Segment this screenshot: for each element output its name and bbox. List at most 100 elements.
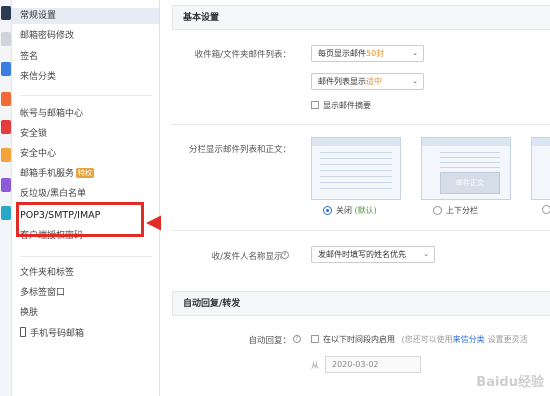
sidebar-item-label: 来信分类 — [20, 72, 57, 82]
auto-reply-note-suffix: 设置更灵活 — [487, 335, 528, 344]
from-label: 从 — [311, 361, 319, 370]
sidebar-divider — [20, 256, 152, 257]
default-note: (默认) — [354, 206, 377, 215]
settings-main: 基本设置 收件箱/文件夹邮件列表： 每页显示邮件50封 ⌄ 邮件列表显示适中 ⌄ 显… — [161, 0, 550, 396]
sidebar-item-security-lock[interactable]: 安全锁 — [20, 126, 47, 142]
preview-line — [320, 182, 392, 183]
privilege-badge: 特权 — [76, 168, 95, 178]
auto-reply-enable-label: 在以下时间段内启用 — [323, 335, 395, 344]
radio-button-checked[interactable] — [323, 206, 332, 215]
split-preview-top-bottom[interactable]: 邮件正文 — [421, 137, 511, 200]
preview-header — [312, 138, 400, 146]
chevron-down-icon: ⌄ — [412, 77, 418, 85]
preview-line — [320, 176, 392, 177]
sidebar-divider — [20, 95, 152, 96]
sender-name-label-text: 收/发件人名称显示： — [211, 252, 291, 262]
app-icon-mail[interactable] — [1, 6, 11, 20]
app-icon-strip — [0, 0, 12, 396]
sidebar-item-label: 邮箱密码修改 — [20, 31, 75, 41]
auto-reply-enable-option[interactable]: 在以下时间段内启用 (您还可以使用来信分类 设置更灵活 — [311, 334, 528, 345]
mail-list-label: 收件箱/文件夹邮件列表： — [194, 50, 291, 60]
sidebar-item-label: 邮箱手机服务 — [20, 169, 75, 179]
split-option-off-label: 关闭 — [336, 206, 352, 215]
sidebar-item-multi-tab[interactable]: 多标签窗口 — [20, 285, 65, 301]
start-date-value: 2020-03-02 — [332, 360, 379, 369]
preview-line — [440, 162, 500, 163]
sidebar-item-mail-filter[interactable]: 来信分类 — [20, 69, 56, 85]
density-value: 适中 — [366, 77, 382, 86]
preview-header — [422, 138, 510, 146]
sidebar-item-label: 安全中心 — [20, 149, 57, 159]
radio-button[interactable] — [433, 206, 442, 215]
auto-reply-checkbox[interactable] — [311, 335, 319, 343]
split-preview-off[interactable] — [311, 137, 401, 200]
density-prefix: 邮件列表显示 — [318, 77, 366, 86]
preview-line — [440, 167, 500, 168]
sender-name-select[interactable]: 发邮件时填写的姓名优先 ⌄ — [311, 246, 435, 263]
sidebar-item-signature[interactable]: 签名 — [20, 49, 38, 65]
app-icon-blue[interactable] — [1, 62, 11, 76]
preview-header — [532, 138, 550, 146]
app-icon-teal[interactable] — [1, 206, 11, 220]
sidebar-item-label: 帐号与邮箱中心 — [20, 109, 84, 119]
help-icon[interactable]: ? — [293, 335, 301, 343]
app-icon-doc[interactable] — [1, 32, 11, 46]
mail-filter-link[interactable]: 来信分类 — [453, 335, 485, 344]
sidebar-item-label: 多标签窗口 — [20, 288, 66, 298]
split-option-top-bottom[interactable]: 上下分栏 — [433, 205, 478, 216]
app-icon-game[interactable] — [1, 92, 11, 106]
watermark: Baidu经验 — [476, 375, 544, 390]
help-icon[interactable]: ? — [281, 251, 289, 259]
sidebar-item-general[interactable]: 常规设置 — [12, 8, 159, 24]
sidebar-item-antispam[interactable]: 反垃圾/黑白名单 — [20, 186, 86, 202]
sidebar-item-label: 签名 — [20, 52, 39, 62]
preview-line — [320, 164, 392, 165]
split-view-label: 分栏显示邮件列表和正文： — [188, 145, 291, 155]
sidebar-item-folders-tags[interactable]: 文件夹和标签 — [20, 265, 74, 281]
sidebar-item-account-center[interactable]: 帐号与邮箱中心 — [20, 106, 83, 122]
split-preview-left-right[interactable] — [531, 137, 550, 200]
settings-sidebar: 常规设置 邮箱密码修改 签名 来信分类 帐号与邮箱中心 安全锁 安全中心 邮箱手… — [12, 0, 160, 396]
split-option-top-bottom-label: 上下分栏 — [446, 206, 478, 215]
sidebar-item-label: 安全锁 — [20, 129, 48, 139]
show-summary-option[interactable]: 显示邮件摘要 — [311, 100, 371, 111]
row-divider — [172, 124, 550, 125]
show-summary-label: 显示邮件摘要 — [323, 101, 371, 110]
sidebar-item-label: 常规设置 — [20, 11, 57, 21]
sidebar-item-label: 文件夹和标签 — [20, 268, 75, 278]
section-auto-reply-title: 自动回复/转发 — [172, 291, 550, 316]
preview-line — [320, 188, 392, 189]
app-icon-orange[interactable] — [1, 148, 11, 162]
split-option-off[interactable]: 关闭 (默认) — [323, 205, 377, 216]
preview-line — [320, 170, 392, 171]
app-icon-red[interactable] — [1, 120, 11, 134]
auto-reply-label: 自动回复： — [248, 336, 291, 346]
preview-line — [440, 157, 500, 158]
sidebar-item-skin[interactable]: 换肤 — [20, 305, 38, 321]
list-density-select[interactable]: 邮件列表显示适中 ⌄ — [311, 73, 424, 90]
preview-line — [440, 152, 500, 153]
row-divider — [172, 230, 550, 231]
chevron-down-icon: ⌄ — [412, 49, 418, 57]
show-summary-checkbox[interactable] — [311, 101, 319, 109]
per-page-select[interactable]: 每页显示邮件50封 ⌄ — [311, 45, 424, 62]
auto-reply-note-prefix: (您还可以使用 — [401, 335, 453, 344]
per-page-value: 50封 — [366, 49, 385, 58]
radio-button[interactable] — [542, 205, 550, 214]
highlight-box — [16, 202, 144, 237]
sidebar-item-security-center[interactable]: 安全中心 — [20, 146, 56, 162]
sender-name-value: 发邮件时填写的姓名优先 — [318, 250, 406, 259]
per-page-prefix: 每页显示邮件 — [318, 49, 366, 58]
chevron-down-icon: ⌄ — [423, 250, 429, 258]
sidebar-item-mobile-service[interactable]: 邮箱手机服务 特权 — [20, 166, 95, 182]
preview-body-pane: 邮件正文 — [440, 172, 500, 194]
sidebar-item-label: 手机号码邮箱 — [30, 329, 85, 339]
start-date-input[interactable]: 2020-03-02 — [325, 356, 421, 373]
preview-line — [320, 152, 392, 153]
split-option-left-right[interactable] — [542, 205, 550, 214]
app-icon-purple[interactable] — [1, 178, 11, 192]
section-basic-settings-title: 基本设置 — [172, 5, 550, 30]
sidebar-item-mobile-mail[interactable]: 手机号码邮箱 — [20, 326, 84, 342]
sidebar-item-password[interactable]: 邮箱密码修改 — [20, 28, 74, 44]
sidebar-item-label: 反垃圾/黑白名单 — [20, 189, 87, 199]
